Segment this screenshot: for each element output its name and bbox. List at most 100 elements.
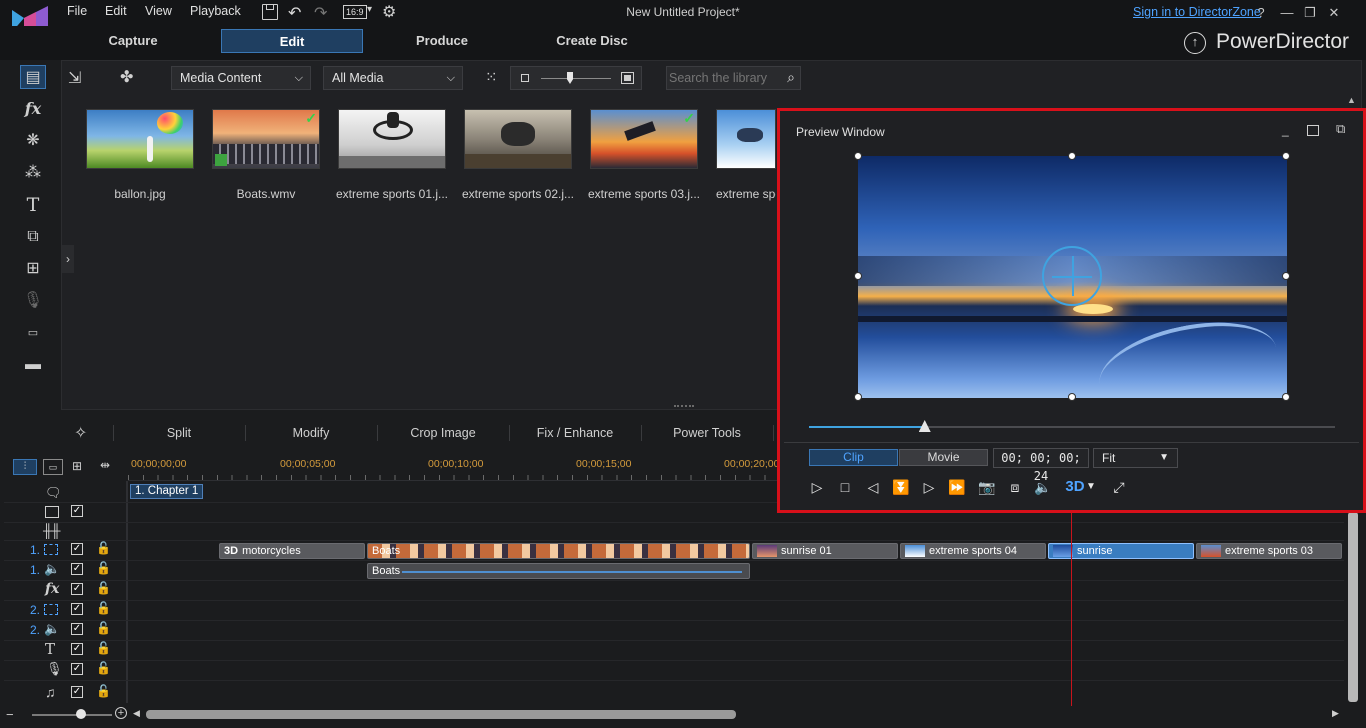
scrubber-track[interactable] xyxy=(809,426,1335,428)
magic-tools-icon[interactable]: ✧ xyxy=(74,423,87,443)
audio-track-2-checkbox[interactable]: ✓ xyxy=(71,623,83,635)
movie-mode-button[interactable]: Movie xyxy=(899,449,988,466)
timeline-vertical-scrollbar[interactable] xyxy=(1348,512,1358,702)
chapter-room-icon[interactable]: ▭ xyxy=(20,321,46,345)
library-search[interactable]: ⌕ xyxy=(666,66,801,90)
resize-handle[interactable] xyxy=(1068,152,1076,160)
slider-thumb[interactable] xyxy=(567,72,573,84)
grid-view-icon[interactable]: ⁙ xyxy=(485,68,498,86)
lock-icon[interactable]: 🔓 xyxy=(96,581,111,595)
lock-icon[interactable]: 🔓 xyxy=(96,601,111,615)
subtitle-track-checkbox[interactable]: ✓ xyxy=(71,505,83,517)
lock-icon[interactable]: 🔓 xyxy=(96,621,111,635)
scroll-left-icon[interactable]: ◀ xyxy=(133,708,140,719)
zoom-in-icon[interactable]: + xyxy=(115,707,127,719)
fit-timeline-icon[interactable]: ⇹ xyxy=(100,458,110,472)
pip-objects-room-icon[interactable]: ❋ xyxy=(20,129,46,153)
media-room-icon[interactable]: ▤ xyxy=(20,65,46,89)
scroll-right-icon[interactable]: ▶ xyxy=(1332,708,1339,719)
clip-sunrise-01[interactable]: sunrise 01 xyxy=(752,543,898,559)
undock-icon[interactable]: ⧉ xyxy=(1336,121,1345,137)
plugins-puzzle-icon[interactable]: ✤ xyxy=(120,67,133,87)
title-room-icon[interactable]: T xyxy=(20,193,46,217)
menu-playback[interactable]: Playback xyxy=(190,4,241,18)
media-filter-dropdown[interactable]: All Media ⌵ xyxy=(323,66,463,90)
tab-produce[interactable]: Produce xyxy=(387,29,497,53)
thumbnail-extreme-sports-01[interactable] xyxy=(338,109,446,169)
video-track-2-checkbox[interactable]: ✓ xyxy=(71,603,83,615)
snapshot-camera-icon[interactable]: 📷 xyxy=(976,476,998,498)
menu-edit[interactable]: Edit xyxy=(105,4,127,18)
volume-icon[interactable]: 🔈 xyxy=(1032,476,1054,498)
chevron-down-icon[interactable]: ▾ xyxy=(367,4,372,15)
storyboard-view-button[interactable]: ▭ xyxy=(43,459,63,475)
clip-extreme-sports-04[interactable]: extreme sports 04 xyxy=(900,543,1046,559)
timeline-horizontal-scrollbar[interactable] xyxy=(146,710,736,719)
fix-enhance-button[interactable]: Fix / Enhance xyxy=(510,426,640,440)
fx-track-checkbox[interactable]: ✓ xyxy=(71,583,83,595)
minimize-button[interactable]: _ xyxy=(1282,123,1289,137)
thumbnail-size-slider[interactable] xyxy=(510,66,642,90)
title-track-checkbox[interactable]: ✓ xyxy=(71,643,83,655)
minimize-button[interactable]: — xyxy=(1278,4,1296,22)
particle-room-icon[interactable]: ⁂ xyxy=(20,161,46,185)
timeline-view-button[interactable]: ⫶ xyxy=(13,459,37,475)
sign-in-link[interactable]: Sign in to DirectorZone xyxy=(1133,5,1261,19)
clip-sunrise[interactable]: sunrise xyxy=(1048,543,1194,559)
tab-create-disc[interactable]: Create Disc xyxy=(532,29,652,53)
library-search-input[interactable] xyxy=(667,67,777,89)
voice-track-checkbox[interactable]: ✓ xyxy=(71,663,83,675)
help-button[interactable]: ? xyxy=(1252,4,1270,22)
playhead[interactable] xyxy=(1071,511,1072,707)
lock-icon[interactable]: 🔓 xyxy=(96,641,111,655)
timecode-display[interactable]: 00; 00; 00; 24 xyxy=(993,448,1089,483)
resize-grip[interactable] xyxy=(674,405,694,407)
track-manager-icon[interactable]: ⊞ xyxy=(72,459,82,473)
split-button[interactable]: Split xyxy=(114,426,244,440)
clip-mode-button[interactable]: Clip xyxy=(809,449,898,466)
audio-mixing-room-icon[interactable]: ⊞ xyxy=(20,257,46,281)
undo-icon[interactable]: ↶ xyxy=(288,3,301,23)
thumbnail-extreme-sports-03[interactable]: ✓ xyxy=(590,109,698,169)
import-media-icon[interactable]: ⇲ xyxy=(68,68,81,88)
tab-capture[interactable]: Capture xyxy=(78,29,188,53)
fullscreen-icon[interactable]: ⤢ xyxy=(1108,476,1130,498)
thumbnail-boats[interactable]: ✓ xyxy=(212,109,320,169)
resize-handle[interactable] xyxy=(854,393,862,401)
position-crosshair-icon[interactable] xyxy=(1042,246,1102,306)
next-frame-icon[interactable]: ▷ xyxy=(918,476,940,498)
split-icon[interactable]: ⏬ xyxy=(890,476,912,498)
music-track-checkbox[interactable]: ✓ xyxy=(71,686,83,698)
chapter-marker[interactable]: 1. Chapter 1 xyxy=(130,484,204,499)
video-track-1-checkbox[interactable]: ✓ xyxy=(71,543,83,555)
search-icon[interactable]: ⌕ xyxy=(787,69,795,86)
crop-image-button[interactable]: Crop Image xyxy=(378,426,508,440)
resize-handle[interactable] xyxy=(1282,393,1290,401)
thumbnail-extreme-sports-02[interactable] xyxy=(464,109,572,169)
resize-handle[interactable] xyxy=(1282,272,1290,280)
maximize-button[interactable] xyxy=(1307,125,1319,136)
lock-icon[interactable]: 🔓 xyxy=(96,561,111,575)
transition-room-icon[interactable]: ⧉ xyxy=(20,225,46,249)
display-switch-icon[interactable]: ⧈ xyxy=(1004,476,1026,498)
modify-button[interactable]: Modify xyxy=(246,426,376,440)
restore-button[interactable]: ❐ xyxy=(1301,4,1319,22)
lock-icon[interactable]: 🔓 xyxy=(96,684,111,698)
fx-room-icon[interactable]: fx xyxy=(20,97,46,121)
media-content-dropdown[interactable]: Media Content ⌵ xyxy=(171,66,311,90)
zoom-slider-thumb[interactable] xyxy=(76,709,86,719)
fast-forward-icon[interactable]: ⏩ xyxy=(946,476,968,498)
resize-handle[interactable] xyxy=(1282,152,1290,160)
power-tools-button[interactable]: Power Tools xyxy=(642,426,772,440)
3d-dropdown-arrow-icon[interactable]: ▼ xyxy=(1084,476,1098,498)
stop-icon[interactable]: □ xyxy=(834,476,856,498)
menu-view[interactable]: View xyxy=(145,4,172,18)
save-icon[interactable] xyxy=(262,4,278,20)
resize-handle[interactable] xyxy=(1068,393,1076,401)
redo-icon[interactable]: ↷ xyxy=(314,3,327,23)
upgrade-arrow-icon[interactable]: ↑ xyxy=(1184,32,1206,54)
lock-icon[interactable]: 🔓 xyxy=(96,661,111,675)
resize-handle[interactable] xyxy=(854,272,862,280)
clip-boats[interactable]: Boats xyxy=(367,543,750,559)
zoom-fit-dropdown[interactable]: Fit ▼ xyxy=(1093,448,1178,468)
